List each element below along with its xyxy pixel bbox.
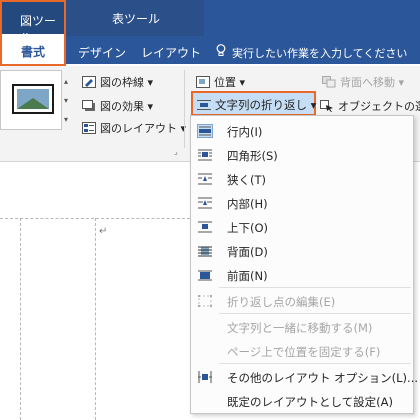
edit-wrap-points-icon bbox=[197, 294, 213, 308]
position-label: 位置 bbox=[214, 76, 236, 89]
picture-layout-button[interactable]: 図のレイアウト ▾ bbox=[82, 120, 186, 136]
chevron-down-icon: ▾ bbox=[147, 76, 154, 89]
tab-design[interactable]: デザイン bbox=[70, 38, 134, 64]
menu-item-set-default-layout[interactable]: 既定のレイアウトとして設定(A) bbox=[191, 390, 413, 412]
menu-item-label: ページ上で位置を固定する(F) bbox=[227, 345, 381, 359]
title-tab-bar: 図ツール 表ツール 書式 デザイン レイアウト 実行したい作業を入力してください bbox=[0, 0, 420, 66]
through-wrap-icon bbox=[197, 196, 213, 210]
picture-effects-label: 図の効果 bbox=[100, 100, 144, 113]
picture-border-button[interactable]: 図の枠線 ▾ bbox=[82, 74, 153, 90]
menu-item-label: 折り返し点の編集(E) bbox=[227, 295, 336, 309]
selection-pane-button[interactable]: オブジェクトの選択 bbox=[320, 98, 420, 114]
table-tools-context-label: 表ツール bbox=[112, 12, 161, 26]
send-backward-button[interactable]: 背面へ移動 ▾ bbox=[322, 74, 404, 90]
chevron-down-icon: ▾ bbox=[398, 76, 405, 89]
menu-item-move-with-text[interactable]: 文字列と一緒に移動する(M) bbox=[191, 316, 413, 338]
paragraph-mark-icon: ↵ bbox=[99, 226, 108, 237]
tell-me-text: 実行したい作業を入力してください bbox=[232, 47, 408, 60]
picture-layout-icon bbox=[82, 122, 96, 134]
wrap-text-icon bbox=[197, 99, 211, 111]
menu-item-label: 四角形(S) bbox=[227, 149, 278, 163]
top-bottom-wrap-icon bbox=[197, 220, 213, 234]
send-backward-label: 背面へ移動 bbox=[340, 76, 395, 89]
inline-icon bbox=[197, 124, 213, 138]
menu-item-tight[interactable]: 狭く(T) bbox=[191, 168, 413, 190]
picture-tools-context-label: 図ツール bbox=[0, 0, 66, 45]
wrap-text-label: 文字列の折り返し bbox=[215, 98, 307, 112]
menu-item-fix-position[interactable]: ページ上で位置を固定する(F) bbox=[191, 340, 413, 362]
position-button[interactable]: 位置 ▾ bbox=[196, 74, 245, 90]
selection-pane-icon bbox=[320, 100, 334, 112]
picture-effects-button[interactable]: 図の効果 ▾ bbox=[82, 98, 153, 114]
menu-item-label: 上下(O) bbox=[227, 221, 269, 235]
menu-item-label: 文字列と一緒に移動する(M) bbox=[227, 321, 373, 335]
in-front-text-icon bbox=[197, 268, 213, 282]
more-layout-options-icon bbox=[197, 370, 213, 384]
behind-text-icon bbox=[197, 244, 213, 258]
tab-format[interactable]: 書式 bbox=[0, 34, 66, 66]
dialog-launcher-icon[interactable]: ⌟ bbox=[174, 147, 178, 156]
tell-me-search[interactable]: 実行したい作業を入力してください bbox=[216, 44, 407, 61]
gallery-scroll-arrows[interactable]: ▴ ▾ ▾ bbox=[64, 72, 74, 129]
menu-item-square[interactable]: 四角形(S) bbox=[191, 144, 413, 166]
chevron-down-icon: ▾ bbox=[310, 98, 317, 112]
ribbon-group-divider bbox=[184, 70, 185, 148]
tab-layout[interactable]: レイアウト bbox=[138, 38, 204, 64]
thumbnail-mountain bbox=[17, 98, 49, 109]
position-icon bbox=[196, 76, 210, 88]
menu-item-behind-text[interactable]: 背面(D) bbox=[191, 240, 413, 262]
menu-item-label: その他のレイアウト オプション(L)... bbox=[227, 371, 419, 385]
lightbulb-icon bbox=[216, 44, 228, 60]
table-gridline-horizontal bbox=[0, 218, 200, 219]
picture-style-thumbnail[interactable] bbox=[12, 84, 54, 114]
menu-item-label: 既定のレイアウトとして設定(A) bbox=[227, 395, 393, 409]
menu-item-label: 行内(I) bbox=[227, 125, 263, 139]
table-gridline-vertical bbox=[95, 218, 96, 420]
menu-separator bbox=[219, 287, 411, 288]
picture-layout-label: 図のレイアウト bbox=[100, 122, 177, 135]
menu-item-in-front[interactable]: 前面(N) bbox=[191, 264, 413, 286]
menu-item-through[interactable]: 内部(H) bbox=[191, 192, 413, 214]
menu-separator bbox=[219, 363, 411, 364]
send-backward-icon bbox=[322, 76, 336, 88]
menu-item-label: 内部(H) bbox=[227, 197, 268, 211]
wrap-text-button[interactable]: 文字列の折り返し ▾ bbox=[191, 91, 316, 116]
picture-border-label: 図の枠線 bbox=[100, 76, 144, 89]
pen-border-icon bbox=[82, 76, 96, 88]
table-gridline-vertical bbox=[20, 218, 21, 420]
menu-item-label: 前面(N) bbox=[227, 269, 268, 283]
chevron-down-icon: ▾ bbox=[239, 76, 246, 89]
menu-separator bbox=[219, 313, 411, 314]
effects-icon bbox=[82, 100, 96, 112]
menu-item-edit-wrap-points[interactable]: 折り返し点の編集(E) bbox=[191, 290, 413, 312]
wrap-text-menu: 行内(I) 四角形(S) 狭く(T) 内部(H) 上下(O) 背面(D) 前面(… bbox=[190, 115, 418, 414]
chevron-down-icon: ▾ bbox=[147, 100, 154, 113]
menu-item-inline[interactable]: 行内(I) bbox=[191, 120, 413, 142]
menu-item-label: 背面(D) bbox=[227, 245, 268, 259]
menu-item-top-bottom[interactable]: 上下(O) bbox=[191, 216, 413, 238]
menu-item-more-layout-options[interactable]: その他のレイアウト オプション(L)... bbox=[191, 366, 418, 388]
selection-pane-label: オブジェクトの選択 bbox=[338, 100, 420, 113]
menu-item-label: 狭く(T) bbox=[227, 173, 266, 187]
tight-wrap-icon bbox=[197, 172, 213, 186]
square-wrap-icon bbox=[197, 148, 213, 162]
